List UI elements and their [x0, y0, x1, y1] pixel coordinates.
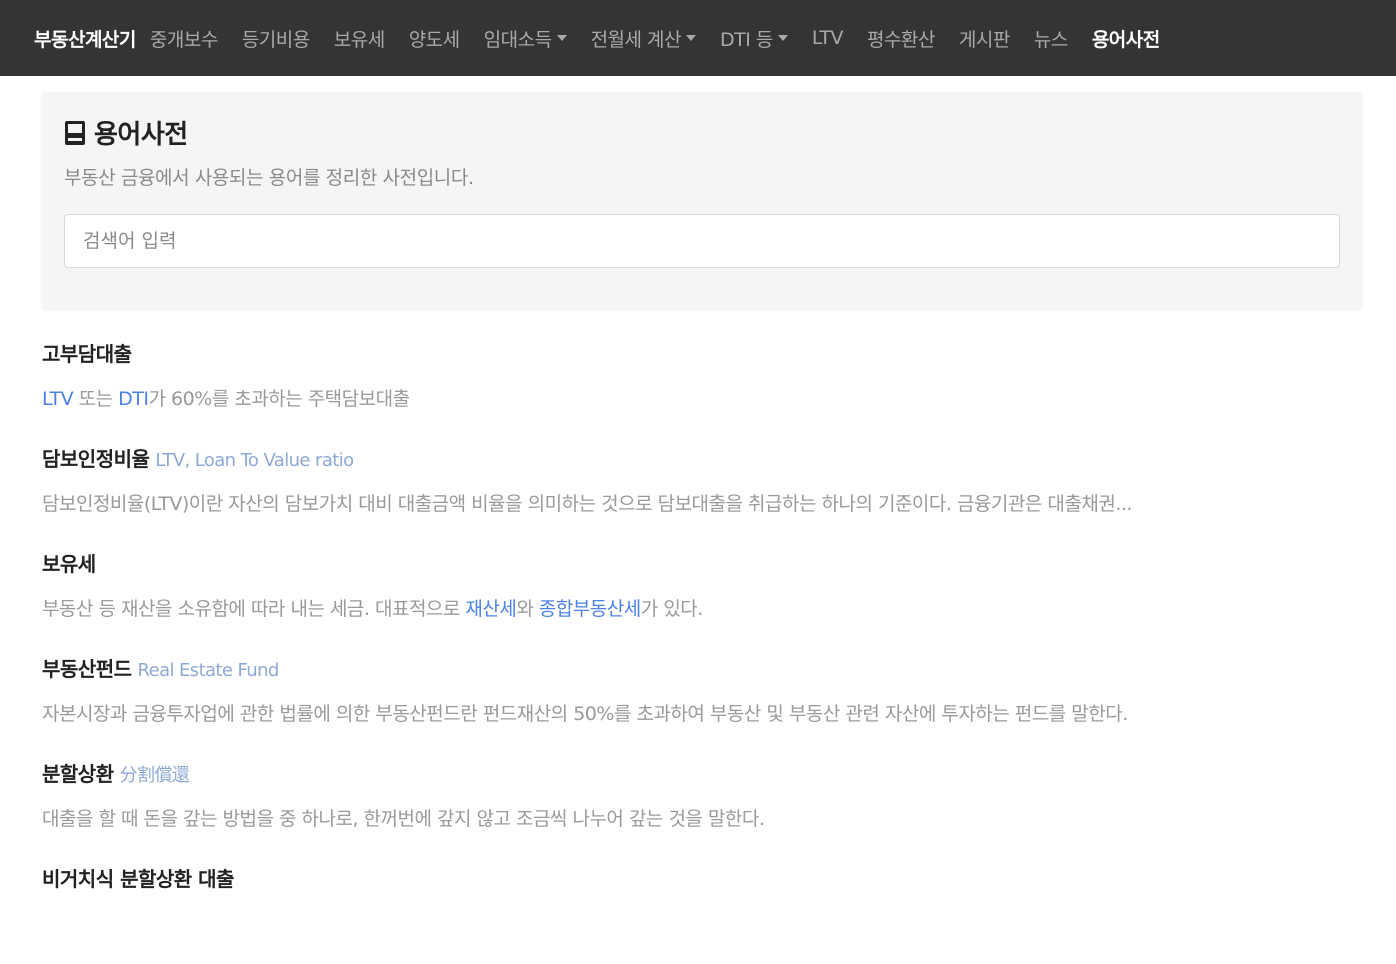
term-heading: 분할상환 分割償還	[42, 754, 1362, 792]
page-header: 용어사전 부동산 금융에서 사용되는 용어를 정리한 사전입니다.	[42, 92, 1362, 309]
term-title: 분할상환	[42, 762, 114, 786]
nav-item-label: 양도세	[408, 28, 460, 51]
term-text: 담보인정비율(LTV)이란 자산의 담보가치 대비 대출금액 비율을 의미하는 …	[42, 493, 1132, 515]
nav-item[interactable]: 중개보수	[150, 25, 218, 52]
term-title: 비거치식 분할상환 대출	[42, 867, 234, 891]
term-item: 부동산펀드 Real Estate Fund 자본시장과 금융투자업에 관한 법률에…	[42, 649, 1362, 754]
brand-logo[interactable]: 부동산계산기	[34, 25, 136, 52]
nav-item[interactable]: DTI 등	[720, 25, 788, 52]
term-link[interactable]: DTI	[118, 388, 149, 410]
term-item: 비거치식 분할상환 대출	[42, 859, 1362, 964]
top-navbar: 부동산계산기 중개보수 등기비용 보유세 양도세 임대소득 전월세 계산 DTI 등 LTV 평…	[0, 0, 1396, 76]
caret-down-icon	[686, 35, 697, 41]
term-subtitle: 分割償還	[119, 765, 190, 786]
nav-item[interactable]: 뉴스	[1034, 25, 1068, 52]
nav-item-label: 임대소득	[483, 28, 552, 51]
nav-item[interactable]: 임대소득	[484, 25, 567, 52]
term-heading: 보유세	[42, 544, 1362, 582]
term-heading: 담보인정비율 LTV, Loan To Value ratio	[42, 439, 1362, 477]
nav-item-label: 게시판	[958, 28, 1010, 51]
nav-item[interactable]: 전월세 계산	[590, 25, 697, 52]
term-text: 또는	[73, 388, 119, 410]
term-description: 자본시장과 금융투자업에 관한 법률에 의한 부동산펀드란 펀드재산의 50%를…	[42, 699, 1362, 726]
term-title: 담보인정비율	[42, 447, 150, 471]
term-description: LTV 또는 DTI가 60%를 초과하는 주택담보대출	[42, 384, 1362, 411]
term-link[interactable]: 종합부동산세	[539, 598, 641, 620]
nav-item[interactable]: 게시판	[959, 25, 1010, 52]
term-item: 분할상환 分割償還 대출을 할 때 돈을 갚는 방법을 중 하나로, 한꺼번에 갚지…	[42, 754, 1362, 859]
term-link[interactable]: LTV	[42, 388, 74, 410]
term-text: 와	[516, 598, 539, 620]
term-subtitle: LTV, Loan To Value ratio	[155, 450, 354, 471]
term-text: 대출을 할 때 돈을 갚는 방법을 중 하나로, 한꺼번에 갚지 않고 조금씩 …	[42, 808, 765, 830]
nav-item[interactable]: 평수환산	[867, 25, 935, 52]
nav-item-label: 평수환산	[866, 28, 935, 51]
page-description: 부동산 금융에서 사용되는 용어를 정리한 사전입니다.	[64, 167, 474, 189]
term-title: 고부담대출	[42, 342, 132, 366]
term-link[interactable]: 재산세	[465, 598, 516, 620]
nav-item-label: 용어사전	[1091, 28, 1160, 51]
nav-item-label: 중개보수	[149, 28, 218, 51]
term-title: 부동산펀드	[42, 657, 132, 681]
term-item: 고부담대출 LTV 또는 DTI가 60%를 초과하는 주택담보대출	[42, 334, 1362, 439]
term-subtitle: Real Estate Fund	[137, 660, 280, 681]
term-text: 가 60%를 초과하는 주택담보대출	[148, 388, 410, 410]
term-heading: 비거치식 분할상환 대출	[42, 859, 1362, 897]
page-title-text: 용어사전	[94, 120, 188, 150]
term-text: 부동산 등 재산을 소유함에 따라 내는 세금. 대표적으로	[42, 598, 466, 620]
nav-item[interactable]: 등기비용	[242, 25, 310, 52]
term-list: 고부담대출 LTV 또는 DTI가 60%를 초과하는 주택담보대출 담보인정비율 L…	[42, 334, 1362, 964]
term-description: 부동산 등 재산을 소유함에 따라 내는 세금. 대표적으로 재산세와 종합부동…	[42, 594, 1362, 621]
term-description: 대출을 할 때 돈을 갚는 방법을 중 하나로, 한꺼번에 갚지 않고 조금씩 …	[42, 804, 1362, 831]
term-item: 보유세부동산 등 재산을 소유함에 따라 내는 세금. 대표적으로 재산세와 종…	[42, 544, 1362, 649]
term-text: 자본시장과 금융투자업에 관한 법률에 의한 부동산펀드란 펀드재산의 50%를…	[42, 703, 1128, 725]
book-icon	[65, 120, 85, 145]
nav-item[interactable]: 용어사전	[1092, 25, 1160, 52]
term-heading: 부동산펀드 Real Estate Fund	[42, 649, 1362, 687]
nav-item-label: DTI 등	[720, 28, 773, 51]
caret-down-icon	[777, 35, 788, 41]
page-title: 용어사전	[64, 114, 1340, 151]
nav-item[interactable]: LTV	[811, 27, 844, 49]
term-description: 담보인정비율(LTV)이란 자산의 담보가치 대비 대출금액 비율을 의미하는 …	[42, 489, 1362, 516]
nav-item-label: 보유세	[333, 28, 385, 51]
nav-item-label: LTV	[811, 27, 844, 49]
caret-down-icon	[556, 35, 567, 41]
term-text: 가 있다.	[640, 598, 704, 620]
search-input[interactable]	[64, 214, 1340, 268]
nav-item-label: 등기비용	[241, 28, 310, 51]
nav-item-label: 전월세 계산	[590, 28, 682, 51]
nav-item[interactable]: 보유세	[334, 25, 385, 52]
term-title: 보유세	[42, 552, 96, 576]
term-item: 담보인정비율 LTV, Loan To Value ratio 담보인정비율(LTV…	[42, 439, 1362, 544]
nav-menu: 중개보수 등기비용 보유세 양도세 임대소득 전월세 계산 DTI 등 LTV 평수환산 게시판 뉴…	[150, 25, 1160, 52]
nav-item-label: 뉴스	[1033, 28, 1068, 51]
nav-item[interactable]: 양도세	[409, 25, 460, 52]
term-heading: 고부담대출	[42, 334, 1362, 372]
